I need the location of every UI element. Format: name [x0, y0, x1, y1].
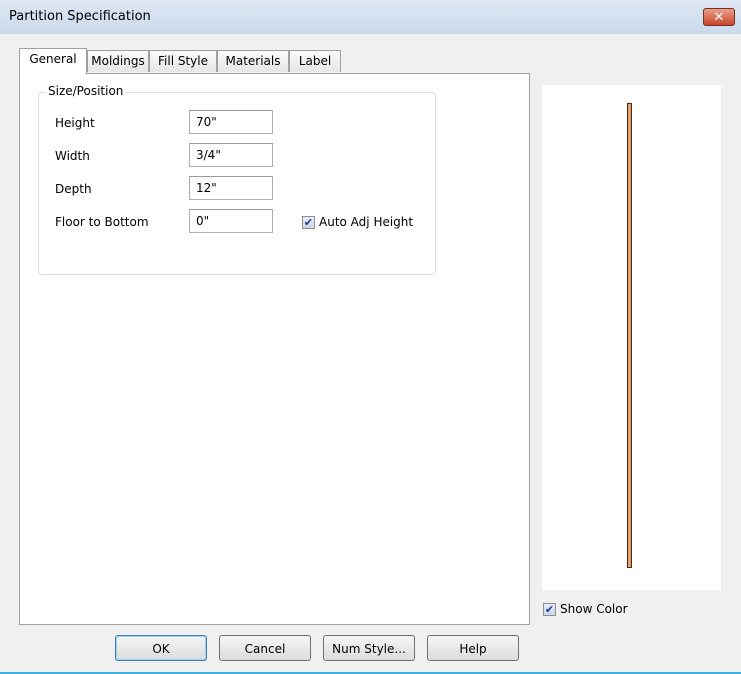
close-button[interactable]: ✕: [703, 8, 735, 26]
tab-label: Fill Style: [158, 54, 208, 68]
auto-adj-height-checkbox[interactable]: ✔: [302, 216, 315, 229]
tab-moldings[interactable]: Moldings: [87, 50, 149, 72]
checkmark-icon: ✔: [544, 603, 555, 616]
checkmark-icon: ✔: [303, 216, 314, 229]
width-field[interactable]: [189, 143, 273, 167]
tab-label: Label: [298, 54, 332, 68]
tab-label: General: [29, 52, 77, 66]
tab-materials[interactable]: Materials: [217, 50, 289, 72]
auto-adj-height-label[interactable]: Auto Adj Height: [319, 215, 413, 229]
show-color-label[interactable]: Show Color: [560, 602, 628, 616]
help-button[interactable]: Help: [427, 635, 519, 661]
width-label: Width: [55, 149, 90, 163]
floor-to-bottom-field[interactable]: [189, 209, 273, 233]
group-legend: Size/Position: [46, 84, 126, 98]
tab-label: Moldings: [91, 54, 145, 68]
floor-to-bottom-label: Floor to Bottom: [55, 215, 149, 229]
size-position-group: Size/Position Height Width Depth Floor t…: [38, 84, 436, 275]
tab-label-tab[interactable]: Label: [289, 50, 341, 72]
general-tab-panel: Size/Position Height Width Depth Floor t…: [19, 73, 530, 625]
close-icon: ✕: [713, 9, 725, 25]
height-label: Height: [55, 116, 95, 130]
num-style-button[interactable]: Num Style...: [323, 635, 415, 661]
tab-general[interactable]: General: [19, 48, 87, 74]
tab-fill-style[interactable]: Fill Style: [149, 50, 217, 72]
tab-label: Materials: [225, 54, 281, 68]
height-field[interactable]: [189, 110, 273, 134]
ok-button[interactable]: OK: [115, 635, 207, 661]
depth-label: Depth: [55, 182, 92, 196]
show-color-checkbox[interactable]: ✔: [543, 603, 556, 616]
partition-preview-shape: [627, 103, 632, 568]
cancel-button[interactable]: Cancel: [219, 635, 311, 661]
partition-specification-dialog: Partition Specification ✕ General Moldin…: [0, 0, 741, 674]
title-bar: Partition Specification ✕: [0, 0, 741, 34]
dialog-title: Partition Specification: [9, 9, 151, 24]
partition-preview: [542, 85, 721, 590]
depth-field[interactable]: [189, 176, 273, 200]
